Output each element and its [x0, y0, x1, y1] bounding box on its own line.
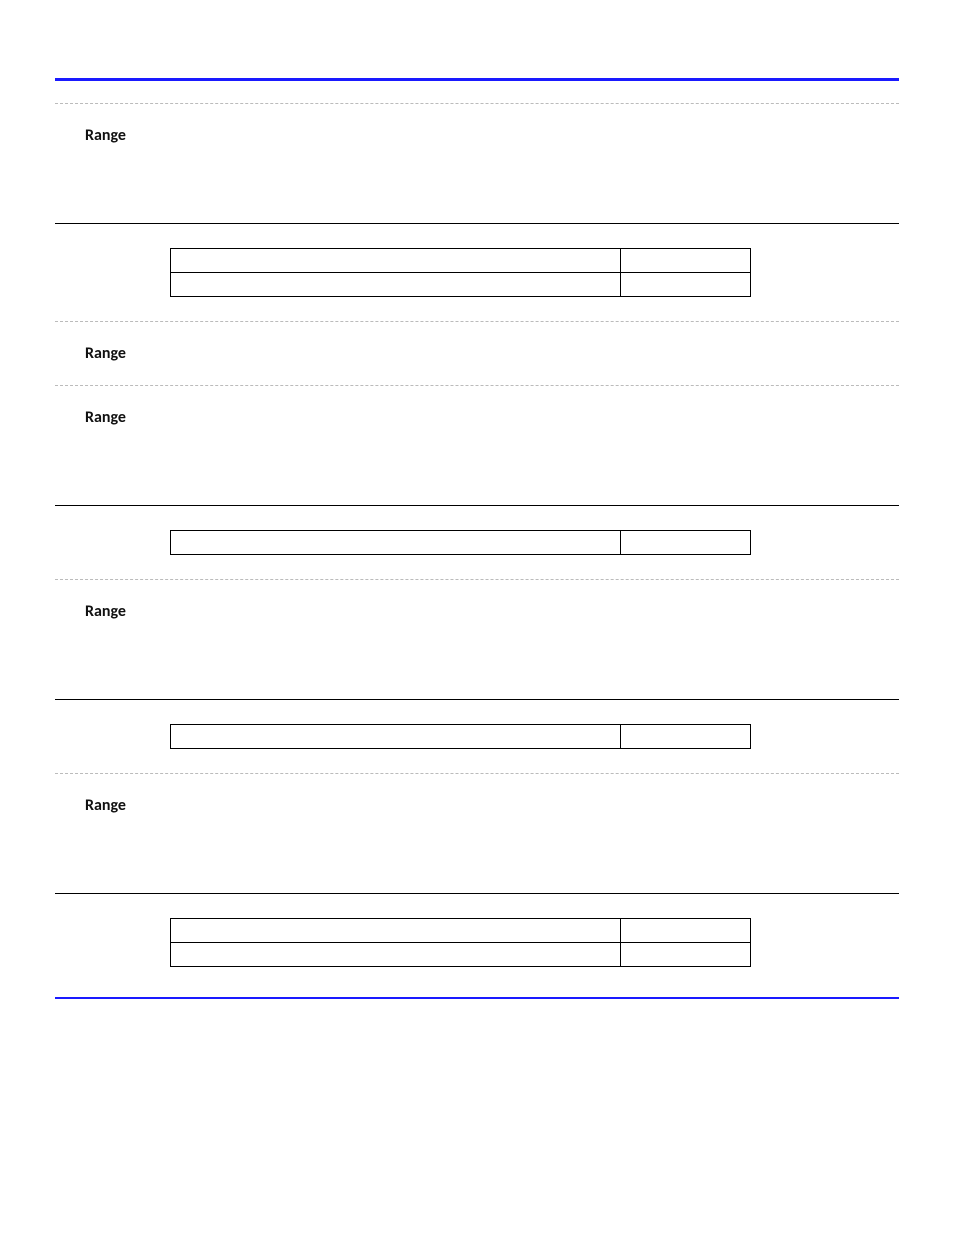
table-cell — [621, 943, 751, 967]
range-heading: Range — [55, 580, 899, 643]
spacer — [55, 837, 899, 893]
table-row — [171, 725, 751, 749]
data-table — [170, 530, 751, 555]
table-block — [55, 224, 899, 321]
table-row — [171, 273, 751, 297]
range-heading: Range — [55, 386, 899, 449]
table-cell — [171, 943, 621, 967]
table-block — [55, 894, 899, 991]
bottom-divider — [55, 997, 899, 999]
table-cell — [621, 249, 751, 273]
document-page: Range Range Range Range Range — [55, 78, 899, 999]
spacer — [55, 643, 899, 699]
table-block — [55, 700, 899, 773]
table-cell — [621, 725, 751, 749]
data-table — [170, 724, 751, 749]
table-row — [171, 249, 751, 273]
spacer — [55, 449, 899, 505]
range-heading: Range — [55, 774, 899, 837]
data-table — [170, 918, 751, 967]
table-cell — [621, 531, 751, 555]
spacer — [55, 167, 899, 223]
table-cell — [621, 919, 751, 943]
table-row — [171, 531, 751, 555]
top-divider — [55, 78, 899, 81]
table-cell — [621, 273, 751, 297]
table-cell — [171, 725, 621, 749]
table-cell — [171, 249, 621, 273]
range-heading: Range — [55, 322, 899, 385]
table-row — [171, 919, 751, 943]
table-row — [171, 943, 751, 967]
table-cell — [171, 919, 621, 943]
data-table — [170, 248, 751, 297]
table-block — [55, 506, 899, 579]
table-cell — [171, 531, 621, 555]
range-heading: Range — [55, 104, 899, 167]
table-cell — [171, 273, 621, 297]
